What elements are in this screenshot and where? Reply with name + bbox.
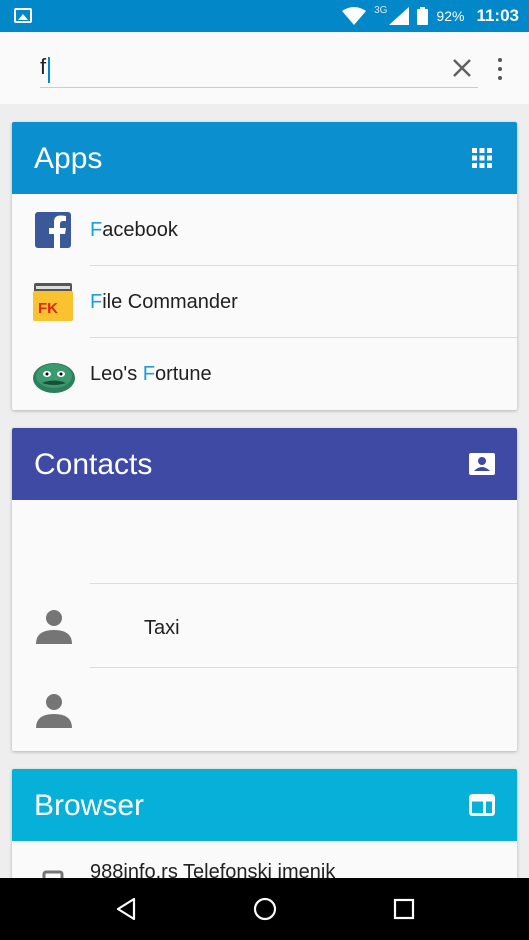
battery-percent: 92% [436, 8, 465, 24]
person-icon [36, 610, 72, 644]
clear-icon[interactable] [449, 55, 475, 81]
status-bar: 3G 92% 11:03 [0, 0, 529, 32]
app-item-facebook[interactable]: Facebook [12, 194, 517, 266]
app-item-file-commander[interactable]: FK File Commander [12, 266, 517, 338]
apps-title: Apps [34, 142, 103, 175]
wifi-icon [342, 7, 367, 25]
signal-icon [389, 7, 410, 25]
back-icon[interactable] [114, 897, 138, 921]
apps-header[interactable]: Apps [12, 122, 517, 194]
contact-card-icon[interactable] [469, 452, 495, 476]
search-underline [40, 87, 478, 88]
app-item-leos-fortune[interactable]: Leo's Fortune [12, 338, 517, 410]
contacts-title: Contacts [34, 448, 153, 481]
overflow-menu-button[interactable] [492, 54, 508, 84]
person-icon [36, 694, 72, 728]
browser-title: Browser [34, 789, 145, 822]
network-type: 3G [374, 4, 388, 16]
browser-window-icon[interactable] [469, 793, 495, 817]
app-grid-icon[interactable] [469, 146, 495, 170]
contacts-card: Contacts Taxi [12, 428, 517, 751]
svg-text:FK: FK [38, 300, 58, 317]
app-label: Facebook [90, 219, 178, 241]
facebook-icon [35, 212, 71, 249]
leos-fortune-icon [33, 363, 75, 393]
battery-icon [417, 7, 429, 25]
search-input[interactable] [40, 50, 438, 84]
contact-item-empty[interactable] [12, 500, 517, 584]
navigation-bar [0, 878, 529, 940]
browser-header[interactable]: Browser [12, 769, 517, 841]
browser-card: Browser 988info.rs Telefonski imenik [12, 769, 517, 889]
app-label: File Commander [90, 291, 238, 313]
contact-item-taxi[interactable]: Taxi [12, 584, 517, 668]
home-icon[interactable] [253, 897, 277, 921]
text-cursor [48, 57, 50, 83]
contact-item[interactable] [12, 668, 517, 751]
app-label: Leo's Fortune [90, 363, 212, 385]
clock: 11:03 [476, 6, 519, 25]
gallery-notification-icon [14, 8, 32, 23]
apps-card: Apps Facebook FK File Commander Leo's Fo… [12, 122, 517, 410]
file-commander-icon: FK [33, 283, 73, 321]
recents-icon[interactable] [392, 897, 416, 921]
contact-label: Taxi [144, 617, 180, 639]
search-bar [0, 32, 529, 104]
contacts-header[interactable]: Contacts [12, 428, 517, 500]
